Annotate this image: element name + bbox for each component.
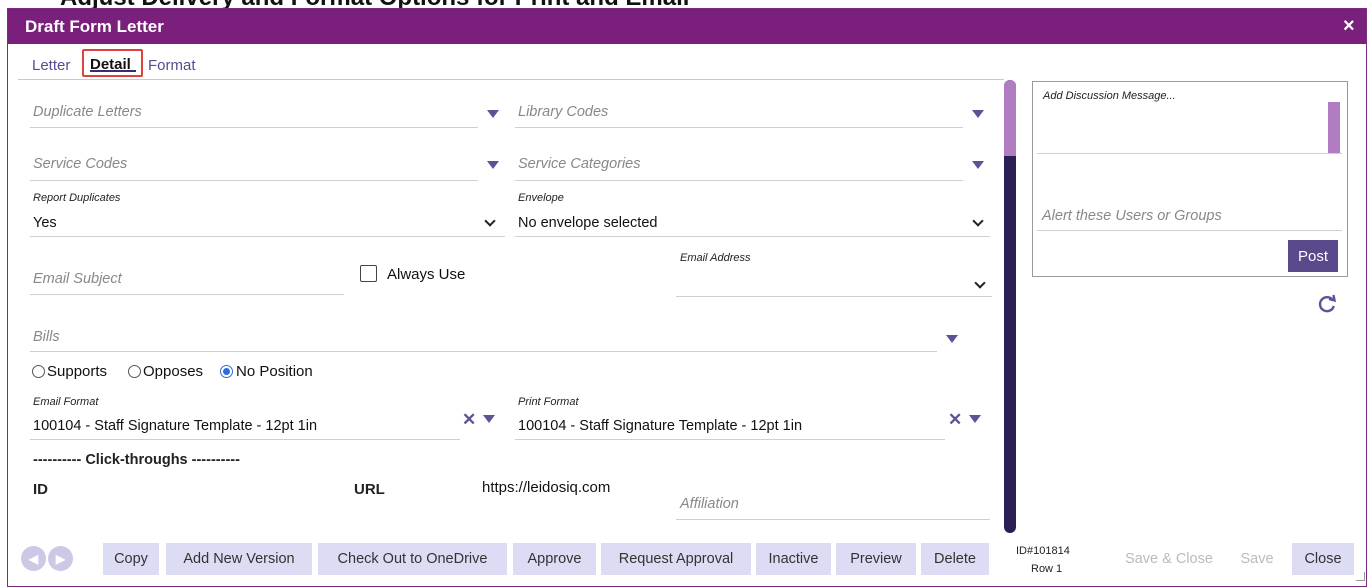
tab-letter[interactable]: Letter xyxy=(32,57,70,74)
report-duplicates-label: Report Duplicates xyxy=(33,192,121,204)
alert-users-underline xyxy=(1037,230,1342,231)
print-format-value[interactable]: 100104 - Staff Signature Template - 12pt… xyxy=(518,418,802,434)
discussion-message-input[interactable]: Add Discussion Message... xyxy=(1043,90,1176,102)
email-subject-field[interactable] xyxy=(30,294,344,295)
service-categories-dropdown-icon[interactable] xyxy=(972,161,984,169)
print-format-field[interactable] xyxy=(515,439,945,440)
affiliation-placeholder: Affiliation xyxy=(680,496,739,512)
affiliation-field[interactable] xyxy=(676,519,990,520)
url-value[interactable]: https://leidosiq.com xyxy=(482,479,610,496)
close-icon[interactable]: × xyxy=(1343,16,1355,36)
duplicate-letters-field[interactable] xyxy=(30,127,478,128)
no-position-label: No Position xyxy=(236,363,313,380)
duplicate-letters-placeholder: Duplicate Letters xyxy=(33,104,142,120)
inactive-button[interactable]: Inactive xyxy=(756,543,831,575)
email-format-value[interactable]: 100104 - Staff Signature Template - 12pt… xyxy=(33,418,317,434)
background-heading: Adjust Delivery and Format Options for P… xyxy=(0,0,1372,8)
email-format-dropdown-icon[interactable] xyxy=(483,415,495,423)
dialog-title-bar xyxy=(8,9,1366,44)
discussion-message-underline xyxy=(1037,153,1342,154)
approve-button[interactable]: Approve xyxy=(513,543,596,575)
email-address-label: Email Address xyxy=(680,252,751,264)
opposes-label: Opposes xyxy=(143,363,204,380)
always-use-checkbox[interactable] xyxy=(360,265,377,282)
email-format-label: Email Format xyxy=(33,396,99,408)
email-subject-placeholder: Email Subject xyxy=(33,271,122,287)
service-codes-placeholder: Service Codes xyxy=(33,156,128,172)
envelope-select[interactable] xyxy=(515,236,990,237)
library-codes-dropdown-icon[interactable] xyxy=(972,110,984,118)
id-column-header: ID xyxy=(33,481,48,498)
previous-record-icon[interactable]: ◀ xyxy=(21,546,46,571)
save-button[interactable]: Save xyxy=(1234,543,1280,575)
post-button[interactable]: Post xyxy=(1288,240,1338,272)
delete-button[interactable]: Delete xyxy=(921,543,989,575)
library-codes-placeholder: Library Codes xyxy=(518,104,609,120)
tab-format[interactable]: Format xyxy=(148,57,196,74)
copy-button[interactable]: Copy xyxy=(103,543,159,575)
close-button[interactable]: Close xyxy=(1292,543,1354,575)
bills-placeholder: Bills xyxy=(33,329,60,345)
row-indicator: Row 1 xyxy=(1031,563,1063,575)
discussion-scrollbar[interactable] xyxy=(1328,102,1340,153)
clear-print-format-icon[interactable]: ✕ xyxy=(948,411,962,428)
refresh-icon[interactable] xyxy=(1317,294,1337,319)
save-and-close-button[interactable]: Save & Close xyxy=(1114,543,1224,575)
record-id: ID#101814 xyxy=(1016,545,1070,557)
opposes-radio[interactable] xyxy=(128,365,141,378)
add-new-version-button[interactable]: Add New Version xyxy=(166,543,312,575)
report-duplicates-value[interactable]: Yes xyxy=(33,215,57,231)
always-use-label: Always Use xyxy=(387,266,466,283)
url-column-header: URL xyxy=(354,481,385,498)
clear-email-format-icon[interactable]: ✕ xyxy=(462,411,476,428)
clickthroughs-heading: ---------- Click-throughs ---------- xyxy=(33,452,240,468)
check-out-onedrive-button[interactable]: Check Out to OneDrive xyxy=(318,543,507,575)
service-codes-field[interactable] xyxy=(30,180,478,181)
bills-field[interactable] xyxy=(30,351,937,352)
envelope-value[interactable]: No envelope selected xyxy=(518,215,657,231)
supports-label: Supports xyxy=(47,363,108,380)
dialog-title: Draft Form Letter xyxy=(25,17,164,36)
duplicate-letters-dropdown-icon[interactable] xyxy=(487,110,499,118)
next-record-icon[interactable]: ▶ xyxy=(48,546,73,571)
supports-radio[interactable] xyxy=(32,365,45,378)
print-format-label: Print Format xyxy=(518,396,579,408)
request-approval-button[interactable]: Request Approval xyxy=(601,543,751,575)
form-scrollbar-thumb[interactable] xyxy=(1004,80,1016,156)
envelope-label: Envelope xyxy=(518,192,564,204)
service-codes-dropdown-icon[interactable] xyxy=(487,161,499,169)
library-codes-field[interactable] xyxy=(515,127,963,128)
email-address-select[interactable] xyxy=(676,296,992,297)
no-position-radio[interactable] xyxy=(220,365,233,378)
service-categories-field[interactable] xyxy=(515,180,963,181)
tab-divider xyxy=(18,79,1004,80)
alert-users-input[interactable]: Alert these Users or Groups xyxy=(1042,208,1222,224)
report-duplicates-select[interactable] xyxy=(30,236,505,237)
preview-button[interactable]: Preview xyxy=(836,543,916,575)
print-format-dropdown-icon[interactable] xyxy=(969,415,981,423)
email-format-field[interactable] xyxy=(30,439,460,440)
resize-handle[interactable] xyxy=(1356,572,1365,581)
tab-detail[interactable]: Detail xyxy=(82,49,143,77)
service-categories-placeholder: Service Categories xyxy=(518,156,641,172)
bills-dropdown-icon[interactable] xyxy=(946,335,958,343)
